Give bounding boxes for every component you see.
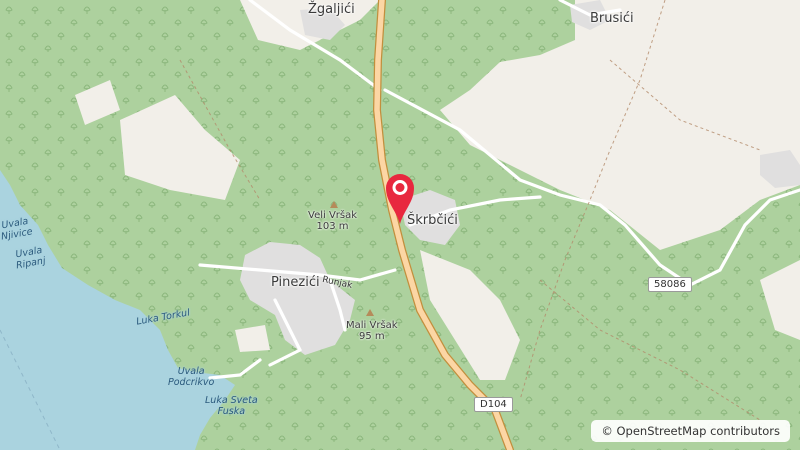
water-label-line: Uvala <box>177 366 205 377</box>
attribution[interactable]: © OpenStreetMap contributors <box>591 420 790 442</box>
water-label-line: Podcrikvo <box>168 377 215 388</box>
copyright-symbol: © <box>601 424 613 438</box>
map-view[interactable]: Žgaljići Brusići Škrbčići Pinezići Veli … <box>0 0 800 450</box>
map-pin-icon[interactable] <box>385 170 415 226</box>
peak-name: Mali Vršak <box>346 320 398 331</box>
peak-name: Veli Vršak <box>308 210 358 221</box>
water-label-line: Fuska <box>217 406 246 417</box>
water-label: Luka Sveta Fuska <box>205 395 258 417</box>
place-label: Brusići <box>590 11 634 26</box>
place-label: Žgaljići <box>308 2 355 17</box>
peak-label: Mali Vršak 95 m <box>346 320 398 342</box>
peak-elevation: 95 m <box>358 331 385 342</box>
water-label-line: Luka Sveta <box>205 395 258 406</box>
water-label: Uvala Podcrikvo <box>168 366 214 388</box>
place-label: Pinezići <box>271 275 320 290</box>
peak-label: Veli Vršak 103 m <box>308 210 357 232</box>
attribution-text[interactable]: OpenStreetMap contributors <box>616 424 780 438</box>
peak-elevation: 103 m <box>316 221 349 232</box>
road-shield: D104 <box>474 397 513 412</box>
road-shield: 58086 <box>648 277 692 292</box>
